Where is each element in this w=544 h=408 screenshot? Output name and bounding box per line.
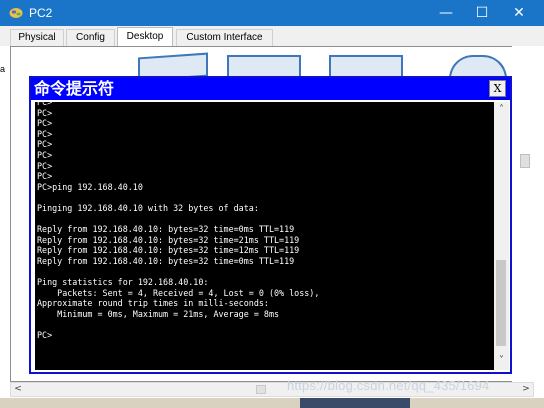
- pc2-window: PC2 — ☐ ✕ Physical Config Desktop Custom…: [0, 0, 544, 408]
- left-edge-fragment: a: [0, 64, 6, 74]
- minimize-button[interactable]: —: [428, 0, 464, 26]
- tab-desktop[interactable]: Desktop: [117, 27, 173, 46]
- terminal-line: PC>: [37, 171, 53, 182]
- scroll-right-arrow-icon[interactable]: >: [519, 383, 533, 396]
- command-prompt-close-button[interactable]: X: [489, 80, 506, 97]
- terminal-line: Reply from 192.168.40.10: bytes=32 time=…: [37, 234, 300, 245]
- scroll-thumb[interactable]: [256, 385, 266, 394]
- terminal-line: Minimum = 0ms, Maximum = 21ms, Average =…: [37, 308, 280, 319]
- scroll-up-arrow-icon[interactable]: ˄: [494, 104, 509, 116]
- scroll-thumb[interactable]: [520, 154, 530, 168]
- tab-config[interactable]: Config: [66, 29, 115, 46]
- taskbar-strip: [0, 398, 544, 408]
- app-icon: [9, 8, 23, 18]
- terminal-line: Reply from 192.168.40.10: bytes=32 time=…: [37, 255, 295, 266]
- command-prompt-title: 命令提示符: [34, 79, 115, 98]
- terminal-output[interactable]: PC> PC> PC> PC> PC> PC> PC> PC> PC>ping 192.168.…: [35, 102, 494, 370]
- terminal-vertical-scrollbar[interactable]: ˄ ˅: [494, 102, 509, 370]
- terminal-line: PC>: [37, 149, 53, 160]
- terminal-line: PC>: [37, 107, 53, 118]
- tab-custom-interface[interactable]: Custom Interface: [176, 29, 273, 46]
- terminal-line: PC>: [37, 118, 53, 129]
- command-prompt-window: 命令提示符 X PC> PC> PC> PC> PC> PC> PC> PC> PC>ping …: [29, 76, 512, 374]
- tab-bar: Physical Config Desktop Custom Interface: [0, 26, 544, 46]
- maximize-button[interactable]: ☐: [464, 0, 500, 26]
- terminal-line: Pinging 192.168.40.10 with 32 bytes of d…: [37, 202, 259, 213]
- terminal-lines: PC> PC> PC> PC> PC> PC> PC> PC> PC>ping 192.168.…: [37, 102, 492, 341]
- scroll-thumb[interactable]: [496, 260, 506, 346]
- terminal-line: Approximate round trip times in milli-se…: [37, 298, 269, 309]
- watermark: https://blog.csdn.net/qq_435/1694: [287, 378, 490, 393]
- right-scroll-strip: [512, 46, 544, 382]
- terminal-line: PC>: [37, 128, 53, 139]
- close-button[interactable]: ✕: [501, 0, 537, 26]
- command-prompt-title-bar[interactable]: 命令提示符 X: [31, 78, 510, 100]
- terminal-line: PC>: [37, 139, 53, 150]
- terminal-line: Reply from 192.168.40.10: bytes=32 time=…: [37, 245, 300, 256]
- terminal-line: PC>ping 192.168.40.10: [37, 181, 143, 192]
- terminal-line: PC>: [37, 330, 53, 341]
- terminal-line: Reply from 192.168.40.10: bytes=32 time=…: [37, 224, 295, 235]
- scroll-down-arrow-icon[interactable]: ˅: [494, 355, 509, 367]
- scroll-left-arrow-icon[interactable]: <: [11, 383, 25, 396]
- terminal-line: Ping statistics for 192.168.40.10:: [37, 277, 209, 288]
- window-title: PC2: [29, 6, 53, 20]
- taskbar-item: [300, 398, 410, 408]
- terminal-line: PC>: [37, 160, 53, 171]
- title-bar[interactable]: PC2 — ☐ ✕: [0, 0, 544, 26]
- terminal-line: Packets: Sent = 4, Received = 4, Lost = …: [37, 287, 320, 298]
- tab-physical[interactable]: Physical: [10, 29, 64, 46]
